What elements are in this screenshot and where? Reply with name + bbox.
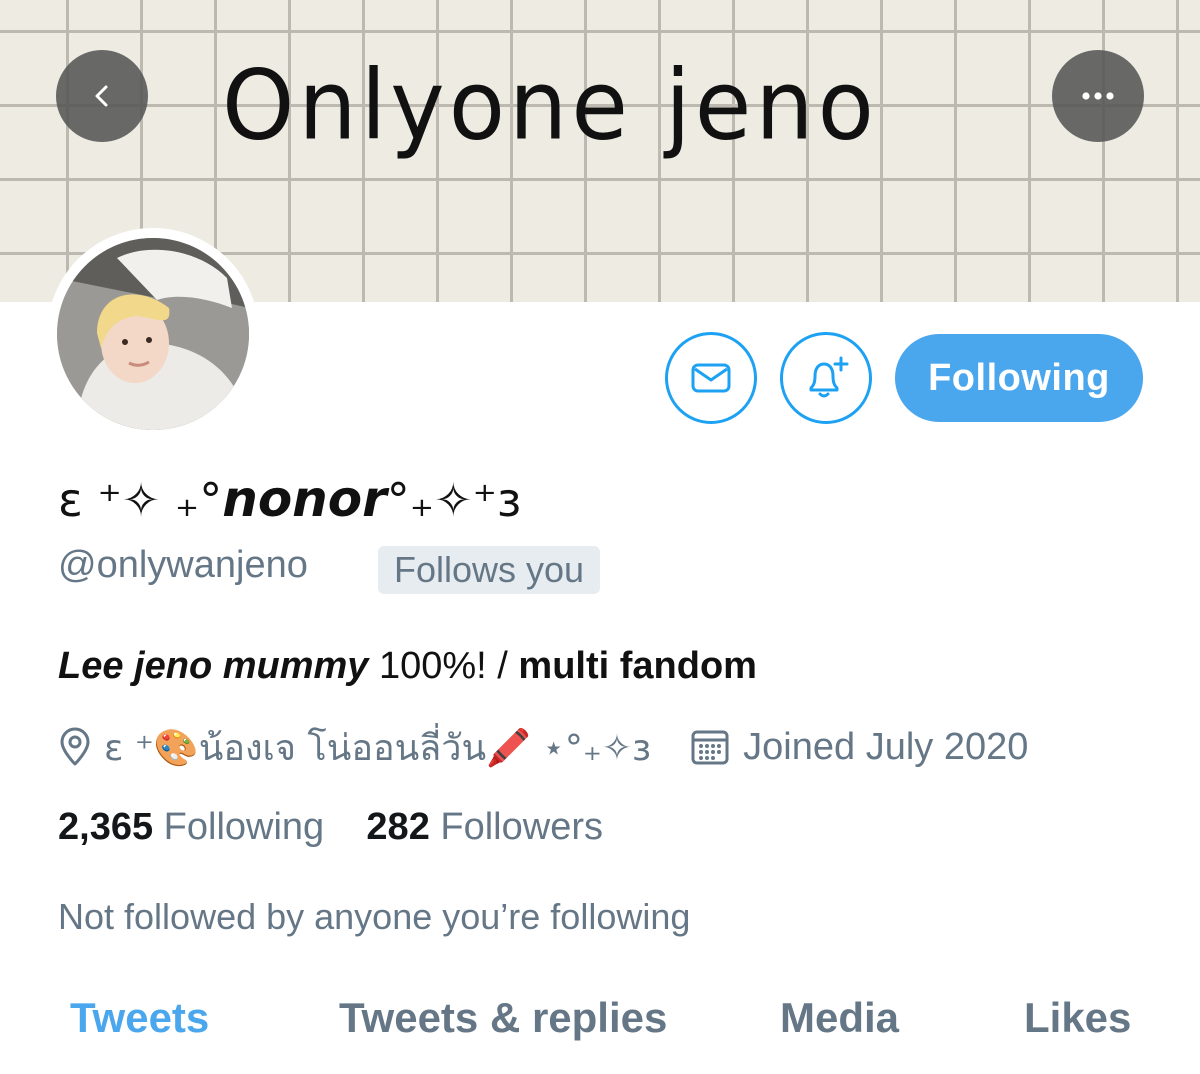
more-dots-icon — [1082, 92, 1114, 100]
user-handle: @onlywanjeno — [58, 544, 308, 586]
following-button[interactable]: Following — [895, 334, 1143, 422]
mutual-followers-text: Not followed by anyone you’re following — [58, 896, 691, 937]
notifications-button[interactable] — [780, 332, 872, 424]
tab-media[interactable]: Media — [780, 994, 899, 1042]
bio-bold: multi fandom — [518, 645, 757, 687]
tab-likes[interactable]: Likes — [1024, 994, 1131, 1042]
joined-date: Joined July 2020 — [743, 725, 1029, 768]
more-options-button[interactable] — [1052, 50, 1144, 142]
profile-meta: ε ⁺🎨น้องเจ โน่ออนลี่วัน🖍️ ⋆°₊✧з Joined J… — [58, 722, 1028, 772]
banner-title: Onlyone jeno — [222, 49, 878, 162]
following-count-link[interactable]: 2,365 Following — [58, 806, 324, 848]
back-button[interactable] — [56, 50, 148, 142]
location-pin-icon — [60, 727, 90, 766]
avatar[interactable] — [47, 228, 259, 440]
avatar-photo — [57, 238, 249, 430]
followers-count: 282 — [366, 806, 430, 848]
mail-icon — [691, 363, 731, 393]
display-name-main: nonor — [222, 470, 387, 528]
bio: Lee jeno mummy 100%! / multi fandom — [58, 645, 757, 688]
display-name: ε ⁺✧ ₊°nonor°₊✧⁺з — [58, 470, 521, 528]
message-button[interactable] — [665, 332, 757, 424]
following-label: Following — [163, 806, 325, 848]
bell-plus-icon — [809, 356, 849, 398]
display-name-prefix: ε ⁺✧ ₊° — [58, 473, 223, 527]
tab-tweets-replies[interactable]: Tweets & replies — [339, 994, 667, 1042]
following-count: 2,365 — [58, 806, 154, 848]
profile-tabs: Tweets Tweets & replies Media Likes — [0, 994, 1200, 1064]
follow-counts: 2,365 Following 282 Followers — [58, 806, 603, 849]
followers-count-link[interactable]: 282 Followers — [366, 806, 603, 848]
display-name-suffix: °₊✧⁺з — [386, 473, 522, 527]
bio-italic: Lee jeno mummy — [58, 645, 369, 687]
calendar-icon — [691, 730, 729, 765]
location-text: ε ⁺🎨น้องเจ โน่ออนลี่วัน🖍️ ⋆°₊✧з — [104, 727, 652, 769]
follows-you-badge: Follows you — [378, 546, 601, 594]
back-arrow-icon — [95, 85, 108, 107]
followers-label: Followers — [440, 806, 603, 848]
tab-tweets[interactable]: Tweets — [70, 994, 209, 1042]
bio-plain: 100%! / — [368, 645, 519, 687]
